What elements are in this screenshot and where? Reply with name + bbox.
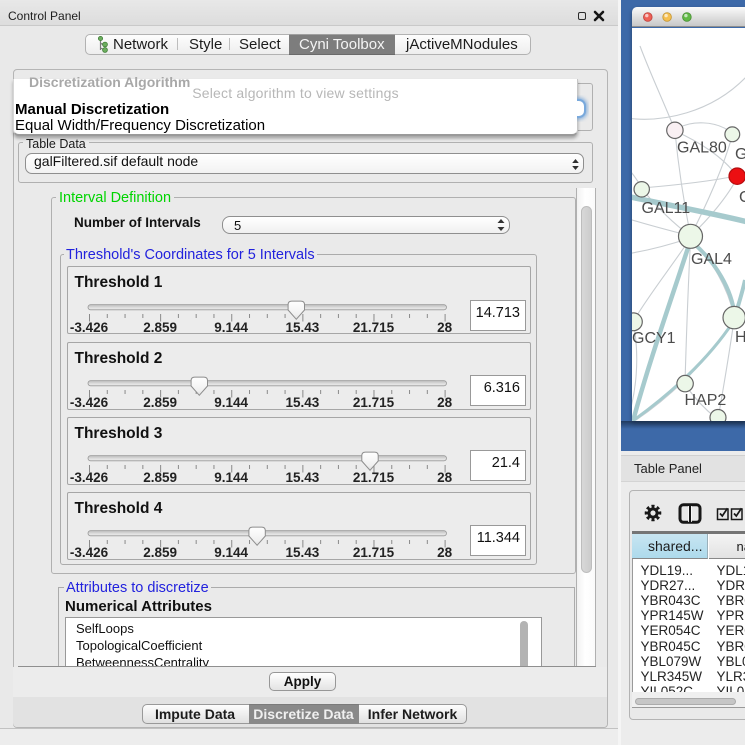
svg-text:GA: GA (735, 146, 745, 163)
svg-text:GCY1: GCY1 (632, 330, 676, 347)
svg-text:GAL4: GAL4 (691, 251, 732, 268)
svg-text:GAL11: GAL11 (641, 200, 690, 217)
svg-text:GAL80: GAL80 (677, 140, 727, 157)
svg-text:HAP2: HAP2 (684, 392, 726, 409)
svg-text:C: C (739, 189, 745, 206)
svg-text:H: H (735, 329, 745, 346)
